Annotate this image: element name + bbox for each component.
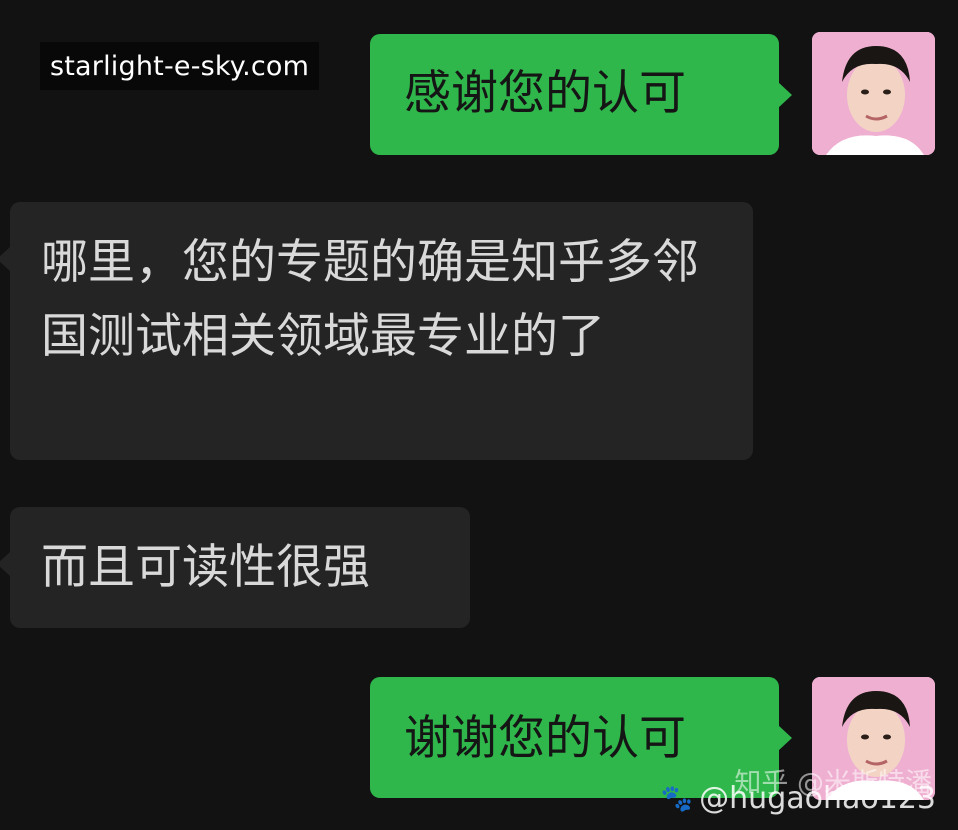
message-bubble-outgoing-2[interactable]: 谢谢您的认可 — [370, 677, 779, 798]
site-watermark: starlight-e-sky.com — [40, 42, 320, 90]
message-bubble-incoming-2[interactable]: 而且可读性很强 — [0, 507, 470, 628]
message-text: 哪里，您的专题的确是知乎多邻国测试相关领域最专业的了 — [41, 235, 699, 364]
handle-watermark: 🐾 @hugaohao123 — [661, 781, 936, 816]
paw-icon: 🐾 — [660, 783, 694, 814]
message-text: 而且可读性很强 — [41, 540, 370, 595]
message-bubble-incoming-1[interactable]: 哪里，您的专题的确是知乎多邻国测试相关领域最专业的了 — [0, 202, 753, 460]
message-text: 感谢您的认可 — [404, 66, 686, 121]
message-bubble-outgoing-1[interactable]: 感谢您的认可 — [370, 34, 779, 155]
handle-text: @hugaohao123 — [699, 781, 936, 816]
avatar-portrait-icon — [812, 32, 935, 155]
avatar[interactable] — [812, 32, 935, 155]
message-text: 谢谢您的认可 — [404, 711, 686, 766]
